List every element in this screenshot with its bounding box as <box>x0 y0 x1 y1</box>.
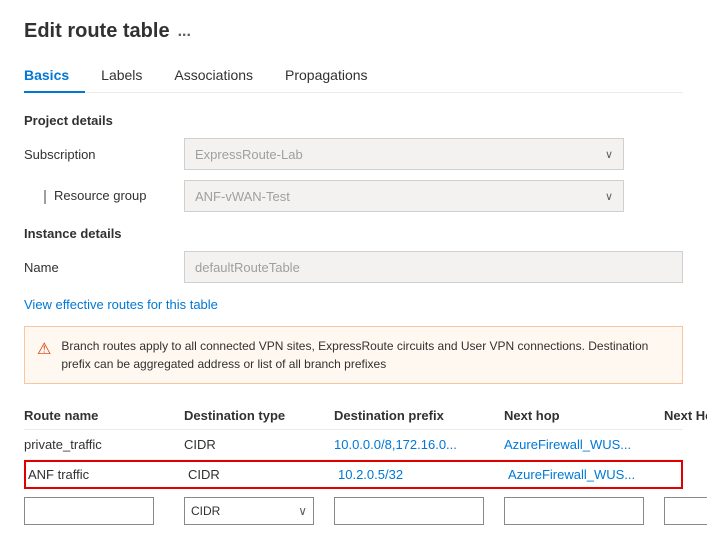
resource-group-chevron-icon: ∨ <box>605 190 613 203</box>
resource-group-input: ANF-vWAN-Test ∨ <box>184 180 624 212</box>
name-value: defaultRouteTable <box>195 260 300 275</box>
tab-propagations[interactable]: Propagations <box>269 59 384 93</box>
resource-group-value: ANF-vWAN-Test <box>195 189 290 204</box>
col-destination-prefix: Destination prefix <box>334 408 504 423</box>
table-row: ANF traffic CIDR 10.2.0.5/32 AzureFirewa… <box>24 460 683 489</box>
routes-table: Route name Destination type Destination … <box>24 402 683 529</box>
warning-icon: ⚠ <box>37 338 51 362</box>
subscription-chevron-icon: ∨ <box>605 148 613 161</box>
row1-destination-prefix[interactable]: 10.0.0.0/8,172.16.0... <box>334 437 504 452</box>
new-destination-prefix-input[interactable] <box>334 497 484 525</box>
row1-route-name: private_traffic <box>24 437 184 452</box>
name-label: Name <box>24 260 184 275</box>
row1-next-hop[interactable]: AzureFirewall_WUS... <box>504 437 664 452</box>
tab-associations[interactable]: Associations <box>158 59 269 93</box>
tab-labels[interactable]: Labels <box>85 59 158 93</box>
row1-destination-type: CIDR <box>184 437 334 452</box>
instance-details-title: Instance details <box>24 226 683 241</box>
new-destination-type-select[interactable]: CIDR ∨ <box>184 497 314 525</box>
col-next-hop-ip: Next Hop IP <box>664 408 707 423</box>
tab-basics[interactable]: Basics <box>24 59 85 93</box>
resource-group-label: Resource group <box>24 188 184 204</box>
subscription-value: ExpressRoute-Lab <box>195 147 303 162</box>
table-header: Route name Destination type Destination … <box>24 402 683 430</box>
row2-next-hop[interactable]: AzureFirewall_WUS... <box>508 467 668 482</box>
name-input: defaultRouteTable <box>184 251 683 283</box>
new-next-hop-ip-select[interactable]: ∨ <box>664 497 707 525</box>
effective-routes-link[interactable]: View effective routes for this table <box>24 297 218 312</box>
subscription-input: ExpressRoute-Lab ∨ <box>184 138 624 170</box>
col-next-hop: Next hop <box>504 408 664 423</box>
new-row-inputs: CIDR ∨ ∨ <box>24 493 683 529</box>
destination-type-chevron-icon: ∨ <box>298 504 307 518</box>
new-next-hop-input[interactable] <box>504 497 644 525</box>
new-route-name-input[interactable] <box>24 497 154 525</box>
warning-text: Branch routes apply to all connected VPN… <box>61 337 670 373</box>
project-details-title: Project details <box>24 113 683 128</box>
page-title: Edit route table <box>24 20 170 43</box>
col-route-name: Route name <box>24 408 184 423</box>
subscription-label: Subscription <box>24 147 184 162</box>
col-destination-type: Destination type <box>184 408 334 423</box>
row2-destination-prefix[interactable]: 10.2.0.5/32 <box>338 467 508 482</box>
more-options-icon[interactable]: ... <box>178 23 191 41</box>
table-row: private_traffic CIDR 10.0.0.0/8,172.16.0… <box>24 430 683 460</box>
tabs-container: Basics Labels Associations Propagations <box>24 59 683 93</box>
warning-banner: ⚠ Branch routes apply to all connected V… <box>24 326 683 384</box>
row2-destination-type: CIDR <box>188 467 338 482</box>
destination-type-value: CIDR <box>191 504 220 518</box>
row2-route-name: ANF traffic <box>28 467 188 482</box>
